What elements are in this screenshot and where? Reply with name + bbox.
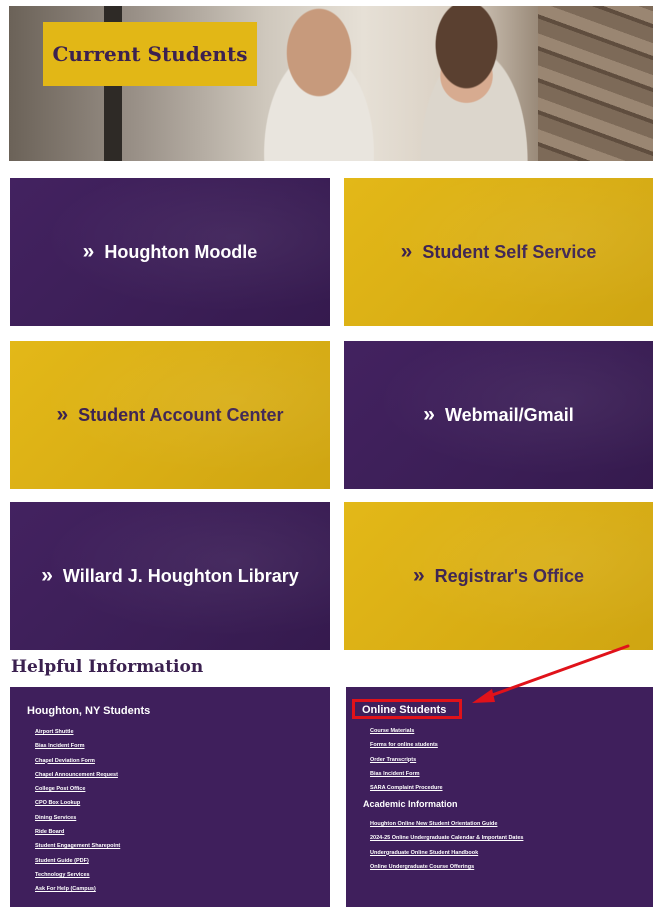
link-student-guide-pdf[interactable]: Student Guide (PDF) (35, 858, 89, 864)
list-item: Dining Services (35, 808, 120, 822)
double-chevron-right-icon: » (41, 564, 53, 587)
hero-title-box: Current Students (43, 22, 257, 86)
link-airport-shuttle[interactable]: Airport Shuttle (35, 729, 74, 735)
list-item: Technology Services (35, 865, 120, 879)
double-chevron-right-icon: » (412, 564, 425, 587)
tile-label: Student Account Center (78, 404, 284, 425)
double-chevron-right-icon: » (400, 240, 413, 263)
helpful-information-heading: Helpful Information (11, 657, 204, 677)
tile-label: Houghton Moodle (104, 241, 258, 262)
link-forms-online-students[interactable]: Forms for online students (370, 742, 438, 748)
list-item: Chapel Announcement Request (35, 765, 120, 779)
link-list-academic: Houghton Online New Student Orientation … (370, 814, 523, 871)
link-undergraduate-calendar[interactable]: 2024-25 Online Undergraduate Calendar & … (370, 835, 523, 841)
link-cpo-box-lookup[interactable]: CPO Box Lookup (35, 800, 80, 806)
link-chapel-deviation-form[interactable]: Chapel Deviation Form (35, 758, 95, 764)
link-student-handbook[interactable]: Undergraduate Online Student Handbook (370, 850, 478, 856)
list-item: Bias Incident Form (370, 764, 443, 778)
link-ride-board[interactable]: Ride Board (35, 829, 64, 835)
list-item: Ask For Help (Campus) (35, 879, 120, 893)
list-item: SARA Complaint Procedure (370, 778, 443, 792)
panel-title: Houghton, NY Students (27, 705, 151, 717)
link-bias-incident-form[interactable]: Bias Incident Form (35, 743, 85, 749)
list-item: College Post Office (35, 779, 120, 793)
panel-online-students: Online Students Course Materials Forms f… (346, 687, 653, 907)
link-list-online: Course Materials Forms for online studen… (370, 721, 443, 792)
list-item: Student Guide (PDF) (35, 851, 120, 865)
link-college-post-office[interactable]: College Post Office (35, 786, 85, 792)
hero-photo-student-1 (239, 6, 399, 161)
double-chevron-right-icon: » (56, 403, 69, 426)
link-chapel-announcement-request[interactable]: Chapel Announcement Request (35, 772, 118, 778)
tile-label: Student Self Service (422, 241, 597, 262)
red-arrow-annotation-icon (472, 644, 630, 703)
tile-label: Webmail/Gmail (444, 404, 574, 425)
academic-information-heading: Academic Information (363, 799, 458, 809)
list-item: Chapel Deviation Form (35, 751, 120, 765)
list-item: Airport Shuttle (35, 722, 120, 736)
tile-student-self-service[interactable]: » Student Self Service (344, 178, 653, 326)
tile-registrars-office[interactable]: » Registrar's Office (344, 502, 653, 650)
link-orientation-guide[interactable]: Houghton Online New Student Orientation … (370, 821, 497, 827)
list-item: Order Transcripts (370, 750, 443, 764)
link-list-ny: Airport Shuttle Bias Incident Form Chape… (35, 722, 120, 894)
list-item: CPO Box Lookup (35, 793, 120, 807)
hero-stone-wall (538, 6, 653, 161)
link-order-transcripts[interactable]: Order Transcripts (370, 757, 416, 763)
tile-label: Registrar's Office (434, 565, 585, 586)
highlight-box (352, 699, 462, 719)
link-course-offerings[interactable]: Online Undergraduate Course Offerings (370, 864, 474, 870)
link-sara-complaint-procedure[interactable]: SARA Complaint Procedure (370, 785, 443, 791)
hero-photo-student-2 (399, 6, 549, 161)
link-course-materials[interactable]: Course Materials (370, 728, 414, 734)
tile-webmail-gmail[interactable]: » Webmail/Gmail (344, 341, 653, 489)
double-chevron-right-icon: » (423, 403, 435, 426)
tile-student-account-center[interactable]: » Student Account Center (10, 341, 330, 489)
page-title: Current Students (52, 42, 248, 66)
double-chevron-right-icon: » (82, 240, 95, 263)
link-bias-incident-form-online[interactable]: Bias Incident Form (370, 771, 420, 777)
list-item: Forms for online students (370, 735, 443, 749)
list-item: Ride Board (35, 822, 120, 836)
list-item: 2024-25 Online Undergraduate Calendar & … (370, 828, 523, 842)
link-dining-services[interactable]: Dining Services (35, 815, 76, 821)
list-item: Undergraduate Online Student Handbook (370, 843, 523, 857)
tile-willard-houghton-library[interactable]: » Willard J. Houghton Library (10, 502, 330, 650)
hero-banner: Current Students (9, 6, 653, 161)
panel-houghton-ny-students: Houghton, NY Students Airport Shuttle Bi… (10, 687, 330, 907)
list-item: Student Engagement Sharepoint (35, 836, 120, 850)
tile-label: Willard J. Houghton Library (62, 565, 299, 586)
link-ask-for-help[interactable]: Ask For Help (Campus) (35, 886, 96, 892)
link-student-engagement-sharepoint[interactable]: Student Engagement Sharepoint (35, 843, 120, 849)
list-item: Bias Incident Form (35, 736, 120, 750)
list-item: Houghton Online New Student Orientation … (370, 814, 523, 828)
list-item: Course Materials (370, 721, 443, 735)
list-item: Online Undergraduate Course Offerings (370, 857, 523, 871)
link-technology-services[interactable]: Technology Services (35, 872, 90, 878)
tile-houghton-moodle[interactable]: » Houghton Moodle (10, 178, 330, 326)
